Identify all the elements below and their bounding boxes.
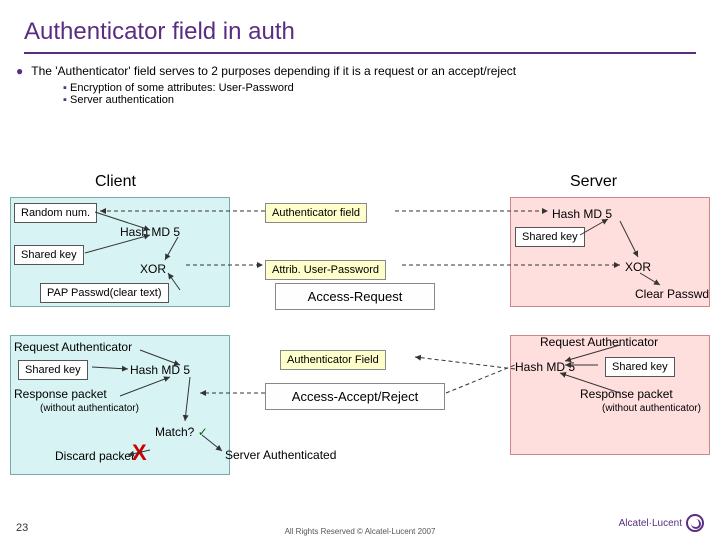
xor-server: XOR [625, 260, 651, 274]
client-header: Client [95, 173, 136, 191]
response-packet-server: Response packet [580, 387, 673, 401]
brand-label: Alcatel·Lucent [619, 518, 682, 529]
without-authenticator-server: (without authenticator) [602, 403, 701, 414]
response-packet-client: Response packet [14, 387, 107, 401]
access-request-msg: Access-Request [275, 283, 435, 310]
footer-copyright: All Rights Reserved © Alcatel-Lucent 200… [0, 527, 720, 536]
diagram-area: Client Server Random num. Hash MD 5 Shar… [0, 165, 720, 540]
hash-md5-client-bottom: Hash MD 5 [130, 363, 190, 377]
discard-packet-label: Discard packet [55, 449, 134, 463]
main-bullet: The 'Authenticator' field serves to 2 pu… [0, 62, 720, 78]
hash-md5-client-top: Hash MD 5 [120, 225, 180, 239]
brand-icon [686, 514, 704, 532]
sub-bullets: Encryption of some attributes: User-Pass… [70, 82, 720, 106]
shared-key-server-bottom: Shared key [605, 357, 675, 377]
shared-key-server-top: Shared key [515, 227, 585, 247]
shared-key-client-top: Shared key [14, 245, 84, 265]
title-rule [24, 52, 696, 54]
request-authenticator-server: Request Authenticator [540, 335, 658, 349]
clear-passwd-label: Clear Passwd [635, 287, 709, 301]
brand-logo: Alcatel·Lucent [619, 514, 704, 532]
check-icon: ✓ [198, 425, 208, 439]
authenticator-field-label-2: Authenticator Field [280, 350, 386, 370]
xor-client: XOR [140, 262, 166, 276]
access-accept-reject-msg: Access-Accept/Reject [265, 383, 445, 410]
attrib-user-password-label: Attrib. User-Password [265, 260, 386, 280]
match-label: Match? ✓ [155, 425, 208, 439]
authenticator-field-label-1: Authenticator field [265, 203, 367, 223]
sub-bullet-2: Server authentication [70, 94, 720, 106]
random-num-box: Random num. [14, 203, 97, 223]
sub-bullet-1: Encryption of some attributes: User-Pass… [70, 82, 720, 94]
request-authenticator-client: Request Authenticator [14, 340, 132, 354]
hash-md5-server-bottom: Hash MD 5 [515, 360, 575, 374]
server-authenticated-label: Server Authenticated [225, 448, 336, 462]
without-authenticator-client: (without authenticator) [40, 403, 139, 414]
hash-md5-server-top: Hash MD 5 [552, 207, 612, 221]
shared-key-client-bottom: Shared key [18, 360, 88, 380]
slide-title: Authenticator field in auth [0, 0, 720, 52]
server-header: Server [570, 173, 617, 191]
pap-passwd-box: PAP Passwd(clear text) [40, 283, 169, 303]
x-icon: X [132, 440, 147, 466]
